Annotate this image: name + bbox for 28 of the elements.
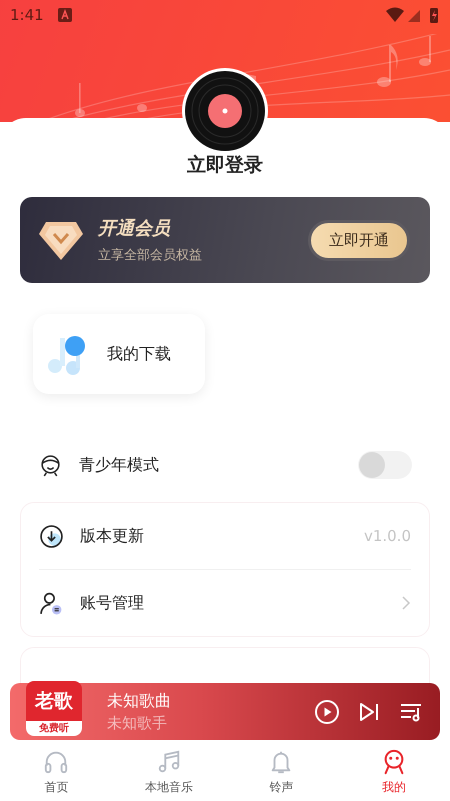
vip-subtitle: 立享全部会员权益 bbox=[98, 247, 203, 264]
tab-bar-item[interactable]: 本地音乐 bbox=[112, 743, 225, 801]
cover-badge: 免费听 bbox=[26, 721, 82, 736]
mini-player[interactable]: 老歌 免费听 未知歌曲 未知歌手 bbox=[10, 683, 440, 740]
teen-mode-toggle[interactable] bbox=[358, 451, 412, 479]
status-time: 1:41 bbox=[10, 6, 44, 24]
download-icon bbox=[39, 524, 64, 548]
cover-title: 老歌 bbox=[35, 689, 73, 714]
login-link[interactable]: 立即登录 bbox=[187, 152, 263, 178]
download-label: 我的下载 bbox=[107, 344, 171, 364]
notification-icon bbox=[58, 8, 72, 22]
account-icon bbox=[39, 590, 64, 616]
vip-title: 开通会员 bbox=[98, 217, 172, 240]
song-title: 未知歌曲 bbox=[107, 690, 172, 712]
tab-bar-item[interactable]: 铃声 bbox=[225, 743, 338, 801]
vinyl-record-avatar[interactable] bbox=[182, 68, 268, 154]
chevron-right-icon bbox=[402, 596, 411, 610]
tab-bar-item[interactable]: 首页 bbox=[0, 743, 112, 801]
download-card[interactable]: 我的下载 bbox=[33, 314, 205, 394]
activate-vip-button[interactable]: 立即开通 bbox=[308, 220, 410, 260]
tab-bar-item[interactable]: 我的 bbox=[338, 743, 450, 801]
version-value: v1.0.0 bbox=[364, 527, 411, 545]
teen-mode-label: 青少年模式 bbox=[79, 454, 160, 476]
setting-label[interactable]: 版本更新 bbox=[80, 526, 364, 546]
play-button[interactable] bbox=[314, 698, 340, 724]
artist-name: 未知歌手 bbox=[107, 714, 168, 732]
setting-label[interactable]: 账号管理 bbox=[80, 592, 402, 614]
status-icons-drawing bbox=[386, 7, 440, 23]
